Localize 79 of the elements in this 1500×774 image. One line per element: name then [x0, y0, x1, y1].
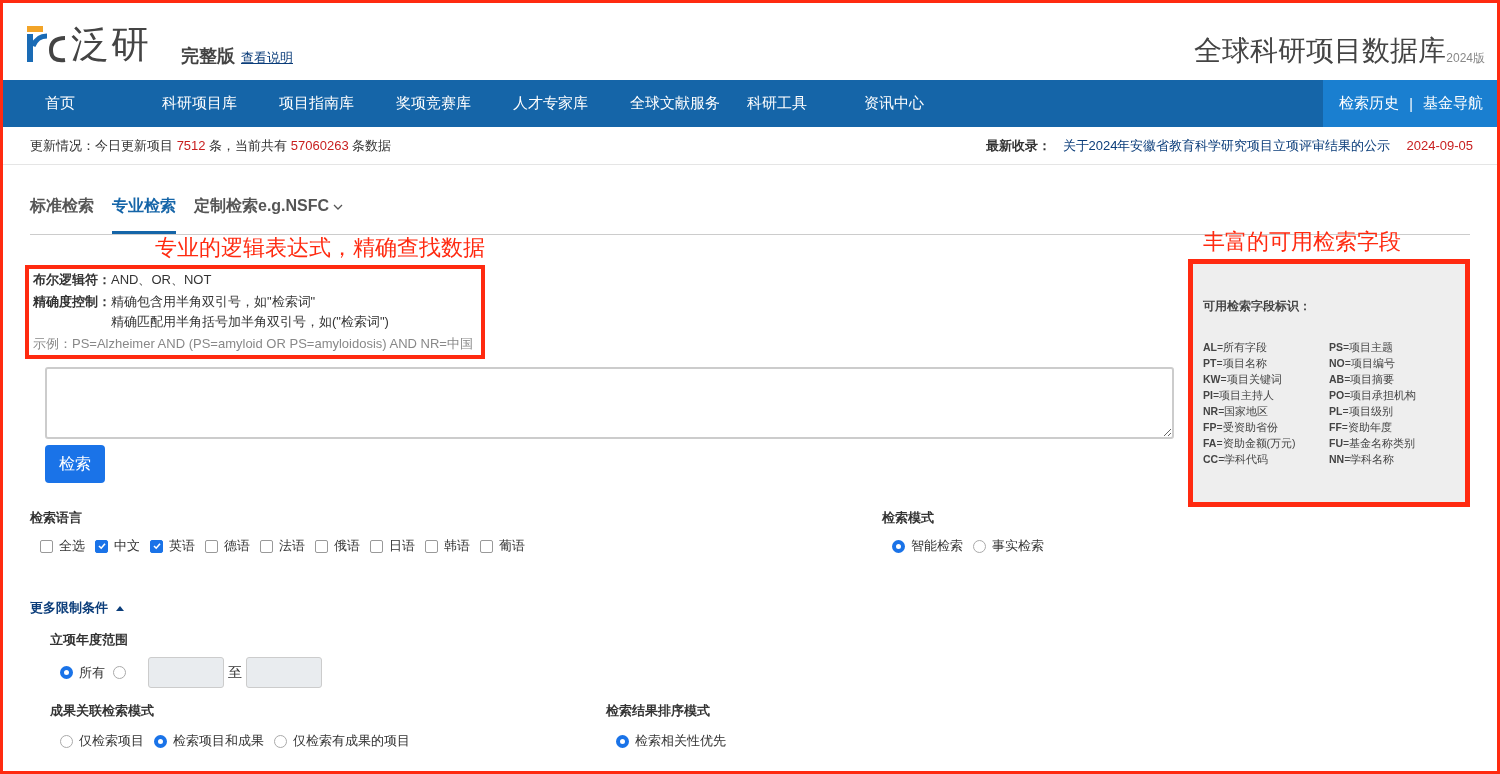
chevron-down-icon — [333, 204, 344, 210]
help-text: AND、OR、NOT — [111, 271, 212, 289]
link-mode-radio[interactable]: 仅检索项目 — [60, 732, 144, 750]
field-code-text: PS=项目主题 — [1329, 341, 1395, 355]
edition-label: 完整版 — [181, 45, 235, 68]
language-checkbox[interactable]: 葡语 — [480, 537, 525, 555]
nav-item[interactable]: 全球文献服务 — [630, 94, 747, 113]
field-code-text: NR=国家地区 — [1203, 405, 1270, 419]
field-code-text: FA=资助金额(万元) — [1203, 437, 1297, 451]
latest-date: 2024-09-05 — [1406, 138, 1473, 153]
mode-radio[interactable]: 事实检索 — [973, 537, 1044, 555]
field-code-text: PL=项目级别 — [1329, 405, 1394, 419]
query-input[interactable] — [45, 367, 1174, 439]
nav-item[interactable]: 科研工具 — [747, 94, 864, 113]
language-checkbox[interactable]: 全选 — [40, 537, 85, 555]
nav-item[interactable]: 人才专家库 — [513, 94, 630, 113]
language-checkbox[interactable]: 日语 — [370, 537, 415, 555]
nav-link[interactable]: 检索历史 — [1339, 94, 1400, 113]
annotation-text: 专业的逻辑表达式，精确查找数据 — [155, 235, 485, 261]
nav-item[interactable]: 科研项目库 — [162, 94, 279, 113]
logo-text: 泛研 — [71, 22, 151, 67]
annotation-text: 丰富的可用检索字段 — [1203, 229, 1402, 255]
checkmark-icon — [96, 541, 107, 551]
language-checkbox[interactable]: 韩语 — [425, 537, 470, 555]
field-code-text: PT=项目名称 — [1203, 357, 1268, 371]
nav-link[interactable]: 基金导航 — [1423, 94, 1483, 113]
language-checkbox[interactable]: 中文 — [95, 537, 140, 555]
panel-title: 可用检索字段标识： — [1203, 298, 1312, 315]
language-checkbox[interactable]: 英语 — [150, 537, 195, 555]
sort-mode-radio[interactable]: 检索相关性优先 — [616, 732, 726, 750]
link-mode-radio[interactable]: 仅检索有成果的项目 — [274, 732, 410, 750]
field-code-text: FP=受资助省份 — [1203, 421, 1279, 435]
field-code-text: PI=项目主持人 — [1203, 389, 1276, 403]
nav-item[interactable]: 资讯中心 — [864, 94, 981, 113]
search-tab[interactable]: 定制检索e.g.NSFC — [194, 192, 344, 234]
checkmark-icon — [151, 541, 162, 551]
version-label: 2024版 — [1446, 50, 1485, 67]
latest-label: 最新收录： — [985, 136, 1051, 155]
link-mode-radio[interactable]: 检索项目和成果 — [154, 732, 264, 750]
section-title: 检索结果排序模式 — [606, 702, 711, 720]
field-code-text: FF=资助年度 — [1329, 421, 1393, 435]
search-tab[interactable]: 标准检索 — [30, 192, 94, 234]
field-code-text: CC=学科代码 — [1203, 453, 1270, 467]
section-title: 检索语言 — [30, 509, 83, 527]
section-title: 立项年度范围 — [50, 631, 129, 649]
language-checkbox[interactable]: 德语 — [205, 537, 250, 555]
info-link[interactable]: 查看说明 — [241, 49, 293, 67]
year-to-field[interactable] — [246, 657, 322, 688]
help-label: 精确度控制： — [33, 293, 111, 311]
field-code-text: NO=项目编号 — [1329, 357, 1396, 371]
field-code-text: AB=项目摘要 — [1329, 373, 1396, 387]
language-checkbox[interactable]: 俄语 — [315, 537, 360, 555]
update-info-text: 更新情况：今日更新项目 7512 条，当前共有 57060263 条数据 — [30, 136, 392, 155]
language-checkbox[interactable]: 法语 — [260, 537, 305, 555]
nav-item[interactable]: 首页 — [45, 94, 162, 113]
help-text: 精确匹配用半角括号加半角双引号，如("检索词") — [111, 313, 389, 331]
year-from-field[interactable] — [148, 657, 224, 688]
latest-link[interactable]: 关于2024年安徽省教育科学研究项目立项评审结果的公示 — [1062, 136, 1391, 155]
custom-range-radio[interactable] — [113, 666, 126, 679]
range-separator: 至 — [228, 663, 242, 682]
more-conditions-toggle[interactable]: 更多限制条件 — [30, 599, 124, 617]
field-code-text: PO=项目承担机构 — [1329, 389, 1418, 403]
field-code-text: AL=所有字段 — [1203, 341, 1269, 355]
search-tab[interactable]: 专业检索 — [112, 192, 176, 234]
nav-item[interactable]: 奖项竞赛库 — [396, 94, 513, 113]
site-title: 全球科研项目数据库 — [1194, 34, 1447, 68]
example-text: 示例：PS=Alzheimer AND (PS=amyloid OR PS=amyloidosis) AND NR=中国 — [33, 335, 473, 353]
year-radio[interactable]: 所有 — [60, 663, 105, 682]
field-code-text: KW=项目关键词 — [1203, 373, 1283, 387]
search-button[interactable]: 检索 — [45, 445, 105, 483]
field-code-text: NN=学科名称 — [1329, 453, 1396, 467]
separator: | — [1409, 95, 1413, 112]
section-title: 成果关联检索模式 — [50, 702, 155, 720]
field-code-text: FU=基金名称类别 — [1329, 437, 1417, 451]
mode-radio[interactable]: 智能检索 — [892, 537, 963, 555]
section-title: 检索模式 — [882, 509, 935, 527]
nav-item[interactable]: 项目指南库 — [279, 94, 396, 113]
help-label: 布尔逻辑符： — [33, 271, 111, 289]
help-text: 精确包含用半角双引号，如"检索词" — [111, 293, 317, 311]
